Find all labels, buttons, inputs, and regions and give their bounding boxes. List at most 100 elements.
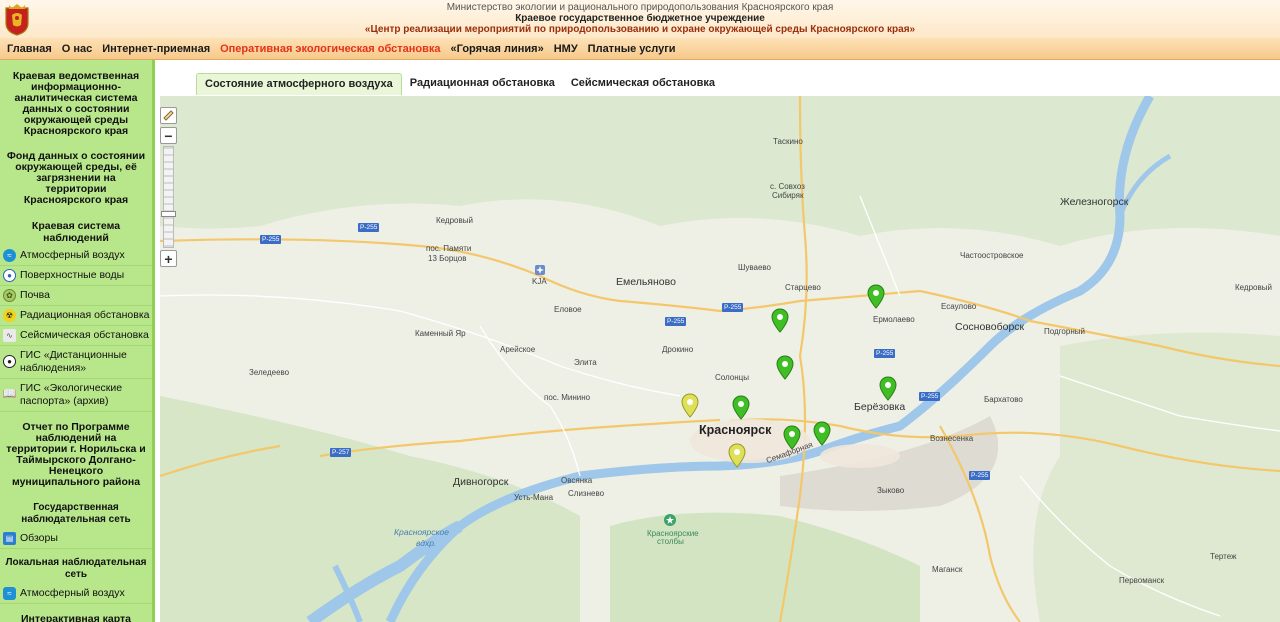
book-icon: 📖 xyxy=(2,388,17,400)
map-tabs: Состояние атмосферного воздуха Радиацион… xyxy=(196,73,723,95)
map-label: вдхр. xyxy=(416,538,437,548)
map-label: Берёзовка xyxy=(854,401,906,413)
map-label: Подгорный xyxy=(1044,327,1085,336)
sidebar-item-air[interactable]: ≈ Атмосферный воздух xyxy=(0,246,152,266)
institution-type: Краевое государственное бюджетное учрежд… xyxy=(515,13,765,24)
map-label: Старцево xyxy=(785,283,821,292)
nav-paid-services[interactable]: Платные услуги xyxy=(583,38,681,60)
monitoring-station-marker-yellow[interactable] xyxy=(728,443,746,469)
map-label: Зыково xyxy=(877,486,905,495)
zoom-control: − + xyxy=(160,107,179,267)
nav-home[interactable]: Главная xyxy=(2,38,57,60)
site-header: Министерство экологии и рационального пр… xyxy=(0,0,1280,38)
sidebar-item-label: ГИС «Дистанционные наблюдения» xyxy=(20,349,127,374)
tab-seismic[interactable]: Сейсмическая обстановка xyxy=(563,73,723,95)
nav-ecological-situation[interactable]: Оперативная экологическая обстановка xyxy=(215,38,445,60)
monitoring-station-marker-green[interactable] xyxy=(783,425,801,451)
map-label: пос. Памяти xyxy=(426,244,472,253)
map-label: Сосновоборск xyxy=(955,321,1025,333)
map-label: Шуваево xyxy=(738,263,771,272)
monitoring-station-marker-green[interactable] xyxy=(776,355,794,381)
main-nav: Главная О нас Интернет-приемная Оператив… xyxy=(0,38,1280,60)
sidebar-item-label: Почва xyxy=(20,289,50,301)
zoom-in-button[interactable]: + xyxy=(160,250,177,267)
sidebar-section-local-network: Локальная наблюдательная сеть xyxy=(5,557,147,580)
route-shield: Р-255 xyxy=(358,223,380,232)
water-drop-icon: ● xyxy=(3,269,16,282)
radiation-icon: ☢ xyxy=(3,309,16,322)
map-label: Зеледеево xyxy=(249,368,290,377)
air-icon: ≈ xyxy=(3,587,16,600)
map-label: Тертеж xyxy=(1210,552,1237,561)
map-label: Элита xyxy=(574,358,597,367)
monitoring-station-marker-green[interactable] xyxy=(732,395,750,421)
monitoring-station-marker-yellow[interactable] xyxy=(681,393,699,419)
monitoring-station-marker-green[interactable] xyxy=(879,376,897,402)
tab-air-quality[interactable]: Состояние атмосферного воздуха xyxy=(196,73,402,95)
map-label: Красноярское xyxy=(394,527,449,537)
monitoring-station-marker-green[interactable] xyxy=(813,421,831,447)
soil-icon: ✿ xyxy=(3,289,16,302)
monitoring-station-marker-green[interactable] xyxy=(771,308,789,334)
map-label: столбы xyxy=(657,537,684,546)
sidebar-item-seismic[interactable]: ∿ Сейсмическая обстановка xyxy=(0,326,152,346)
sidebar-section-state-network: Государственная наблюдательная сеть xyxy=(21,502,131,525)
sidebar-item-label: Атмосферный воздух xyxy=(20,587,125,599)
sidebar-heading-info-system[interactable]: Краевая ведомственная информационно-анал… xyxy=(0,71,152,137)
map-label: Есаулово xyxy=(941,302,977,311)
sidebar-heading-data-fund[interactable]: Фонд данных о состоянии окружающей среды… xyxy=(0,151,152,206)
map-label: Железногорск xyxy=(1060,196,1129,208)
map-label: Слизнево xyxy=(568,489,605,498)
sidebar-item-radiation[interactable]: ☢ Радиационная обстановка xyxy=(0,306,152,326)
sidebar-section-observation-system: Краевая система наблюдений xyxy=(31,220,121,244)
monitoring-station-marker-green[interactable] xyxy=(867,284,885,310)
route-shield: Р-255 xyxy=(969,471,991,480)
map-label: Каменный Яр xyxy=(415,329,466,338)
sidebar-item-label: Атмосферный воздух xyxy=(20,249,125,261)
sidebar-heading-inspection-map[interactable]: Интерактивная карта контрольно-надзорных… xyxy=(0,614,152,622)
nav-about[interactable]: О нас xyxy=(57,38,98,60)
sidebar-item-gis-passports[interactable]: 📖 ГИС «Экологические паспорта» (архив) xyxy=(0,379,152,412)
map-label: с. Совхоз xyxy=(770,182,805,191)
zoom-slider[interactable] xyxy=(161,146,176,248)
map-label: 13 Борцов xyxy=(428,254,467,263)
sidebar-item-surface-water[interactable]: ● Поверхностные воды xyxy=(0,266,152,286)
map-label: Бархатово xyxy=(984,395,1023,404)
nature-reserve-icon xyxy=(664,514,676,526)
sidebar-item-label: Сейсмическая обстановка xyxy=(20,329,149,341)
nav-nmu[interactable]: НМУ xyxy=(549,38,583,60)
ministry-title: Министерство экологии и рационального пр… xyxy=(446,2,834,13)
sidebar-item-local-air[interactable]: ≈ Атмосферный воздух xyxy=(0,584,152,604)
map-label: Кедровый xyxy=(1235,283,1272,292)
map-label: Сибиряк xyxy=(772,191,804,200)
route-shield: Р-257 xyxy=(330,448,352,457)
seismic-icon: ∿ xyxy=(3,329,16,342)
ruler-icon[interactable] xyxy=(160,107,177,124)
map-label: Кедровый xyxy=(436,216,473,225)
sidebar-item-label: ГИС «Экологические паспорта» (архив) xyxy=(20,382,123,407)
map-label: Усть-Мана xyxy=(514,493,554,502)
zoom-slider-handle[interactable] xyxy=(161,211,176,217)
map-label: Вознесенка xyxy=(930,434,974,443)
map-label: Овсянка xyxy=(561,476,593,485)
nav-hotline[interactable]: «Горячая линия» xyxy=(446,38,549,60)
drop-icon: ● xyxy=(3,355,16,368)
sidebar-heading-norilsk-report[interactable]: Отчет по Программе наблюдений на террито… xyxy=(0,422,152,488)
sidebar-item-label: Обзоры xyxy=(20,532,58,544)
tab-radiation[interactable]: Радиационная обстановка xyxy=(402,73,563,95)
map-label-krasnoyarsk: Красноярск xyxy=(699,423,772,437)
sidebar-item-reviews[interactable]: ▤ Обзоры xyxy=(0,529,152,549)
map-label: Первоманск xyxy=(1119,576,1165,585)
map-label: KJA xyxy=(532,277,547,286)
zoom-out-button[interactable]: − xyxy=(160,127,177,144)
sidebar-item-soil[interactable]: ✿ Почва xyxy=(0,286,152,306)
sidebar-item-gis-remote[interactable]: ● ГИС «Дистанционные наблюдения» xyxy=(0,346,152,379)
nav-reception[interactable]: Интернет-приемная xyxy=(97,38,215,60)
map-view[interactable]: Таскино с. Совхоз Сибиряк Железногорск К… xyxy=(160,96,1280,622)
sidebar-item-label: Радиационная обстановка xyxy=(20,309,150,321)
sidebar: Краевая ведомственная информационно-анал… xyxy=(0,60,155,622)
map-label: Солонцы xyxy=(715,373,750,382)
map-label: Частоостровское xyxy=(960,251,1024,260)
route-shield: Р-255 xyxy=(260,235,282,244)
map-label: Дивногорск xyxy=(453,476,509,488)
